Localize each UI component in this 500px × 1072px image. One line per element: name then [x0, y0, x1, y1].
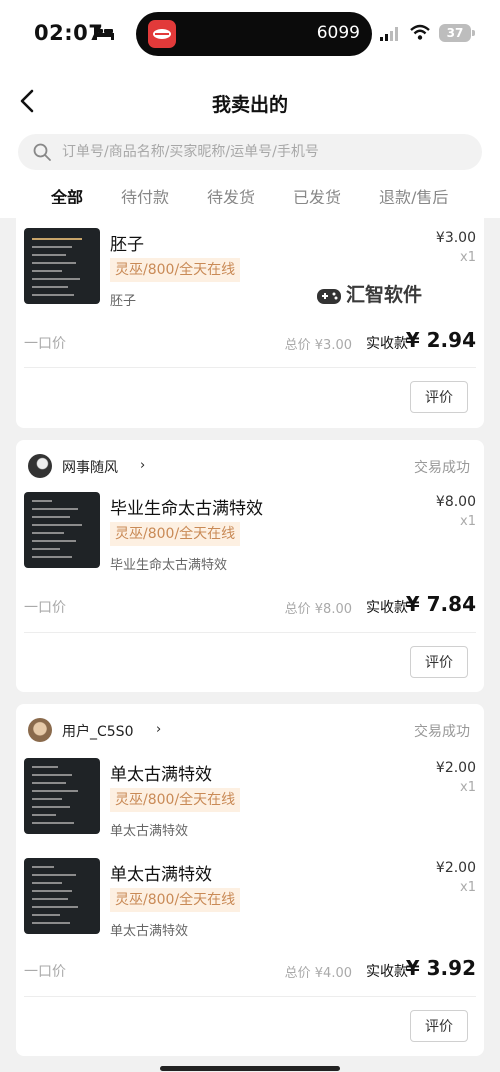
avatar	[28, 718, 52, 742]
item-quantity: x1	[460, 250, 476, 265]
product-thumbnail	[24, 492, 100, 568]
item-subtitle: 毕业生命太古满特效	[110, 558, 228, 573]
page-header: 我卖出的 全部 待付款 待发货 已发货 退款/售后	[0, 64, 500, 218]
product-thumbnail	[24, 858, 100, 934]
app-lips-icon	[148, 20, 176, 48]
watermark-text: 汇智软件	[346, 284, 423, 306]
order-summary: 一口价 总价 ¥3.00 实收款 ¥ 2.94	[24, 328, 476, 354]
order-card[interactable]: 用户_C5S0 › 交易成功 单太古满特效 灵巫/800/全天在线 单太古满特效…	[16, 704, 484, 1056]
review-button[interactable]: 评价	[410, 646, 468, 678]
review-button[interactable]: 评价	[410, 381, 468, 413]
divider	[24, 367, 476, 368]
divider	[24, 996, 476, 997]
item-tag: 灵巫/800/全天在线	[110, 788, 241, 812]
order-status: 交易成功	[414, 724, 470, 740]
order-item[interactable]: 毕业生命太古满特效 灵巫/800/全天在线 毕业生命太古满特效 ¥8.00 x1	[24, 492, 476, 573]
item-subtitle: 单太古满特效	[110, 924, 189, 939]
dynamic-island: 6099	[136, 12, 372, 56]
item-price: ¥3.00	[435, 230, 476, 246]
avatar	[28, 454, 52, 478]
item-quantity: x1	[460, 780, 476, 795]
gamepad-icon	[317, 289, 341, 304]
order-summary: 一口价 总价 ¥4.00 实收款 ¥ 3.92	[24, 956, 476, 982]
item-subtitle: 胚子	[110, 294, 137, 309]
order-status: 交易成功	[414, 460, 470, 476]
order-card[interactable]: 胚子 灵巫/800/全天在线 胚子 ¥3.00 x1 一口价 总价 ¥3.00 …	[16, 204, 484, 428]
home-indicator[interactable]	[160, 1066, 340, 1071]
item-tag: 灵巫/800/全天在线	[110, 522, 241, 546]
order-card[interactable]: 网事随风 › 交易成功 毕业生命太古满特效 灵巫/800/全天在线 毕业生命太古…	[16, 440, 484, 692]
order-item[interactable]: 单太古满特效 灵巫/800/全天在线 单太古满特效 ¥2.00 x1	[24, 858, 476, 939]
status-bar: 02:07 6099 37	[0, 0, 500, 64]
item-price: ¥8.00	[435, 494, 476, 510]
product-thumbnail	[24, 758, 100, 834]
paid-amount: ¥ 2.94	[405, 328, 476, 352]
order-item[interactable]: 单太古满特效 灵巫/800/全天在线 单太古满特效 ¥2.00 x1	[24, 758, 476, 839]
price-type: 一口价	[24, 964, 66, 980]
chevron-right-icon: ›	[156, 722, 162, 737]
paid-label: 实收款	[366, 600, 408, 616]
product-thumbnail	[24, 228, 100, 304]
search-icon	[33, 143, 51, 161]
item-title: 胚子	[110, 235, 144, 255]
item-title: 单太古满特效	[110, 865, 212, 885]
paid-label: 实收款	[366, 964, 408, 980]
wifi-icon	[410, 24, 430, 40]
item-tag: 灵巫/800/全天在线	[110, 888, 241, 912]
item-tag: 灵巫/800/全天在线	[110, 258, 241, 282]
item-quantity: x1	[460, 514, 476, 529]
search-input[interactable]	[62, 134, 462, 170]
item-price: ¥2.00	[435, 760, 476, 776]
total-price: 总价 ¥3.00	[284, 338, 352, 353]
seller-name: 网事随风	[62, 460, 118, 476]
battery-icon: 37	[439, 24, 475, 42]
island-count: 6099	[316, 23, 360, 43]
chevron-right-icon: ›	[140, 458, 146, 473]
item-title: 毕业生命太古满特效	[110, 499, 263, 519]
price-type: 一口价	[24, 336, 66, 352]
review-button[interactable]: 评价	[410, 1010, 468, 1042]
paid-label: 实收款	[366, 336, 408, 352]
total-price: 总价 ¥4.00	[284, 966, 352, 981]
paid-amount: ¥ 3.92	[405, 956, 476, 980]
item-title: 单太古满特效	[110, 765, 212, 785]
seller-name: 用户_C5S0	[62, 724, 134, 740]
item-subtitle: 单太古满特效	[110, 824, 189, 839]
page-title: 我卖出的	[211, 94, 288, 116]
search-bar[interactable]	[18, 134, 482, 170]
item-price: ¥2.00	[435, 860, 476, 876]
divider	[24, 632, 476, 633]
price-type: 一口价	[24, 600, 66, 616]
bed-icon	[94, 26, 114, 40]
order-summary: 一口价 总价 ¥8.00 实收款 ¥ 7.84	[24, 592, 476, 618]
status-time: 02:07	[34, 21, 104, 45]
total-price: 总价 ¥8.00	[284, 602, 352, 617]
paid-amount: ¥ 7.84	[405, 592, 476, 616]
signal-icon	[380, 27, 398, 41]
item-quantity: x1	[460, 880, 476, 895]
